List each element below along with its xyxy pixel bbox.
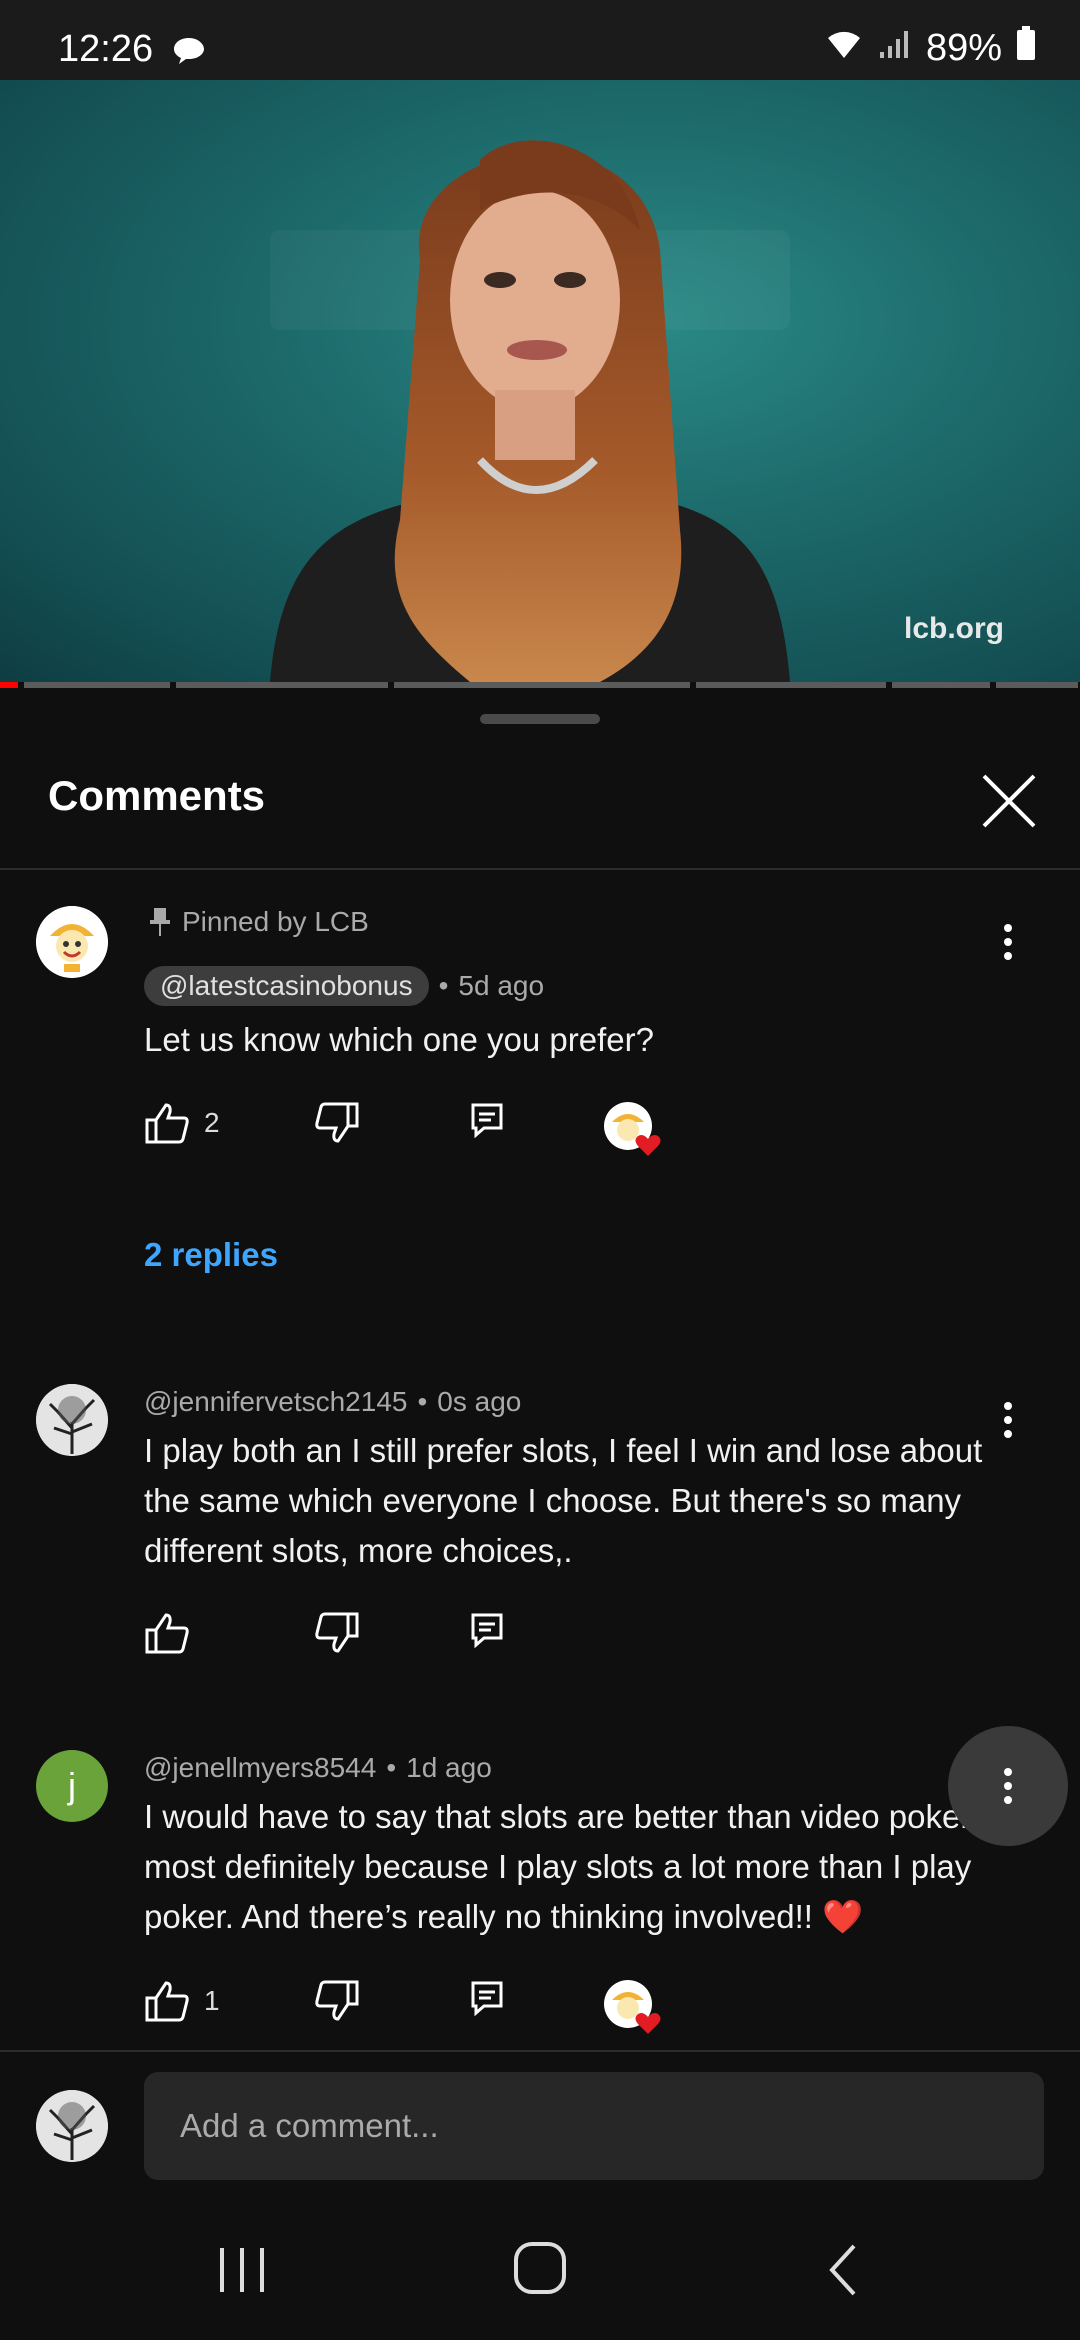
tree-avatar-icon	[36, 1384, 108, 1456]
view-replies-link[interactable]: 2 replies	[144, 1236, 278, 1274]
meta-dot: •	[417, 1386, 428, 1417]
thumbs-down-icon	[315, 1612, 359, 1653]
close-button[interactable]	[978, 770, 1040, 832]
thumbs-down-icon	[315, 1102, 359, 1143]
meta-dot: •	[386, 1752, 397, 1783]
add-comment-input[interactable]: Add a comment...	[144, 2072, 1044, 2180]
comment-meta: @jennifervetsch2145 • 0s ago	[144, 1386, 521, 1418]
like-count: 2	[204, 1107, 220, 1138]
chapter-segment	[996, 682, 1078, 688]
comment-actions: 2	[144, 1102, 844, 1162]
chapter-segment	[696, 682, 886, 688]
status-indicators: 89%	[824, 26, 1036, 70]
pinned-label: Pinned by LCB	[182, 906, 369, 937]
thumbs-up-icon	[145, 1613, 189, 1654]
comment-text: I would have to say that slots are bette…	[144, 1798, 972, 1935]
status-time: 12:26	[58, 28, 154, 70]
back-button[interactable]	[824, 2242, 864, 2303]
tree-avatar-icon	[36, 2090, 108, 2162]
reply-button[interactable]	[470, 1980, 504, 2016]
battery-level: 89%	[925, 26, 1002, 69]
comment-meta: @jenellmyers8544 • 1d ago	[144, 1752, 492, 1784]
back-icon	[829, 2244, 856, 2296]
reply-comment-icon	[471, 1613, 503, 1648]
comment-author[interactable]: @jennifervetsch2145	[144, 1386, 407, 1418]
home-button[interactable]	[512, 2240, 570, 2303]
avatar[interactable]: j	[36, 1750, 108, 1822]
avatar[interactable]	[36, 906, 108, 978]
chapter-segment	[24, 682, 170, 688]
comment-text: I play both an I still prefer slots, I f…	[144, 1432, 983, 1569]
message-notification-icon	[172, 36, 206, 71]
thumbs-down-icon	[315, 1980, 359, 2021]
pin-icon	[150, 908, 170, 936]
close-icon	[982, 774, 1036, 828]
thumbs-up-icon	[145, 1103, 189, 1144]
like-button[interactable]	[144, 1612, 190, 1654]
recent-apps-button[interactable]	[212, 2244, 272, 2301]
status-bar: 12:26 89%	[0, 0, 1080, 80]
more-vertical-icon	[1004, 1768, 1012, 1804]
user-avatar	[36, 2090, 108, 2162]
comment-more-button[interactable]	[988, 912, 1028, 972]
creator-heart-badge	[604, 1980, 661, 2034]
battery-icon	[1016, 26, 1036, 70]
more-vertical-icon	[1004, 924, 1012, 960]
comment-meta: @latestcasinobonus • 5d ago	[144, 966, 544, 1006]
video-progress-bar[interactable]	[0, 682, 1080, 688]
comment-composer: Add a comment...	[0, 2050, 1080, 2202]
reply-button[interactable]	[470, 1102, 504, 1138]
reply-comment-icon	[471, 1981, 503, 2016]
reply-button[interactable]	[470, 1612, 504, 1648]
reply-comment-icon	[471, 1103, 503, 1138]
meta-dot: •	[438, 970, 449, 1001]
progress-played	[0, 682, 18, 688]
comment-actions	[144, 1612, 844, 1672]
system-nav-bar	[0, 2200, 1080, 2340]
comment-text: Let us know which one you prefer?	[144, 1021, 654, 1058]
chapter-segment	[394, 682, 690, 688]
video-watermark: lcb.org	[903, 612, 1004, 645]
comment-author[interactable]: @jenellmyers8544	[144, 1752, 376, 1784]
comments-panel: Comments Pinned by LCB @latestcasinobonu…	[0, 690, 1080, 2050]
author-chip[interactable]: @latestcasinobonus	[144, 966, 429, 1006]
signal-icon	[878, 27, 912, 70]
wifi-icon	[824, 27, 864, 70]
chapter-segment	[176, 682, 388, 688]
comment-actions: 1	[144, 1980, 844, 2040]
chapter-segment	[892, 682, 990, 688]
like-button[interactable]: 2	[144, 1102, 220, 1144]
like-button[interactable]: 1	[144, 1980, 220, 2022]
thumbs-up-icon	[145, 1981, 189, 2022]
creator-heart-icon	[604, 1102, 661, 1156]
recent-apps-icon	[220, 2248, 264, 2292]
mascot-avatar-icon	[36, 906, 108, 978]
comment-age: 5d ago	[458, 970, 545, 1001]
avatar[interactable]	[36, 1384, 108, 1456]
comment-age: 1d ago	[406, 1752, 492, 1783]
presenter-figure	[270, 140, 790, 682]
comment-age: 0s ago	[437, 1386, 522, 1417]
dislike-button[interactable]	[314, 1980, 360, 2022]
like-count: 1	[204, 1985, 220, 2016]
drag-handle[interactable]	[480, 714, 600, 724]
pinned-indicator: Pinned by LCB	[148, 906, 369, 938]
dislike-button[interactable]	[314, 1102, 360, 1144]
dislike-button[interactable]	[314, 1612, 360, 1654]
home-icon	[514, 2242, 566, 2294]
header-divider	[0, 868, 1080, 870]
video-player[interactable]: lcb.org	[0, 80, 1080, 682]
comments-title: Comments	[48, 772, 266, 819]
creator-heart-badge	[604, 1102, 661, 1156]
comment-more-button[interactable]	[948, 1726, 1068, 1846]
creator-heart-icon	[604, 1980, 661, 2034]
